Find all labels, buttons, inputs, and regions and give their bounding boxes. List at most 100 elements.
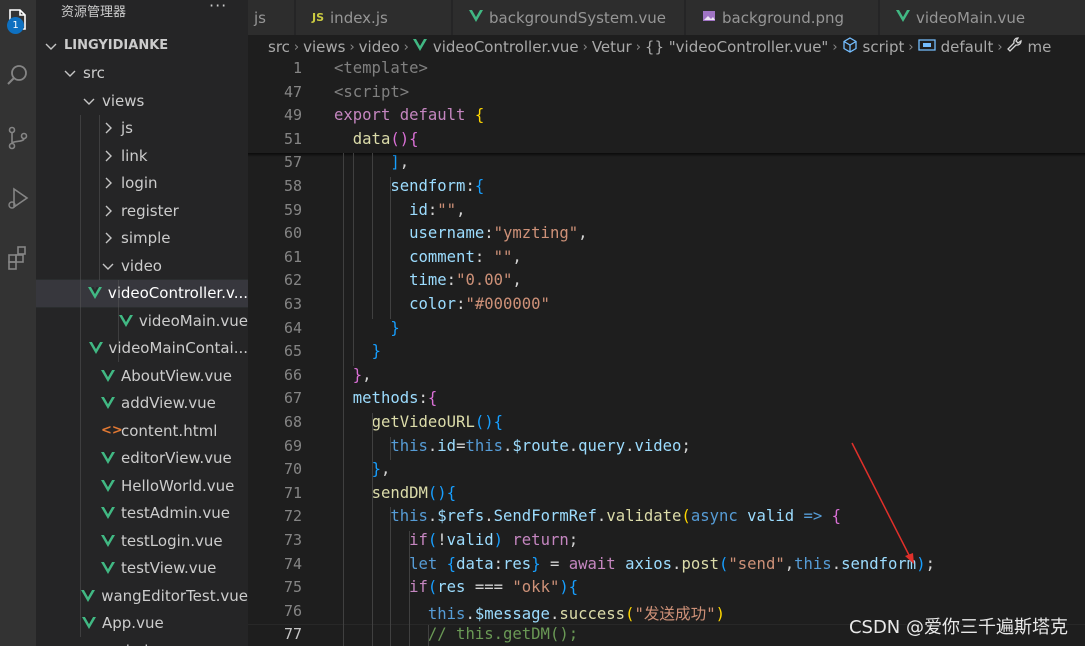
vue-file-icon [87, 286, 102, 300]
tree-item-label: content.html [121, 421, 218, 440]
chevron-right-icon [101, 231, 115, 245]
indent-guide [99, 114, 100, 280]
vue-file-icon [469, 9, 483, 27]
tree-item[interactable]: register [36, 197, 248, 224]
tree-item[interactable]: link [36, 142, 248, 169]
chevron-right-icon [101, 149, 115, 163]
breadcrumb-item[interactable]: {} "videoController.vue" [645, 38, 828, 56]
breadcrumb-item[interactable]: Vetur [592, 38, 632, 56]
extensions-icon[interactable] [0, 238, 36, 278]
indent-guide [118, 279, 119, 362]
image-file-icon [702, 9, 716, 27]
tree-item-label: wangEditorTest.vue [101, 586, 248, 605]
breadcrumb-item[interactable]: src [268, 38, 290, 56]
search-icon[interactable] [0, 55, 36, 95]
breadcrumb-separator-icon: › [908, 39, 914, 55]
vue-file-icon [101, 506, 115, 520]
vue-file-icon [101, 561, 115, 575]
breadcrumb-separator-icon: › [582, 39, 588, 55]
vue-file-icon [118, 314, 133, 328]
tree-item[interactable]: login [36, 170, 248, 197]
breadcrumb: src › views › video › videoController.vue › Vetu… [248, 35, 1085, 59]
indent-guide [80, 114, 81, 637]
tree-item[interactable]: testLogin.vue [36, 527, 248, 554]
editor-tab[interactable]: JS index.js [296, 0, 452, 35]
chevron-down-icon [44, 39, 58, 53]
tree-item[interactable]: videoMainContai... [36, 335, 248, 362]
watermark: CSDN @爱你三千遍斯塔克 [848, 617, 1068, 638]
tab-label: videoMain.vue [916, 8, 1026, 27]
explorer-sidebar: 资源管理器 ··· LINGYIDIANKE src views js link logi… [36, 0, 248, 646]
tree-item[interactable]: App.vue [36, 610, 248, 637]
chevron-down-icon [82, 94, 96, 108]
tree-item-label: testView.vue [121, 559, 217, 577]
tree-item-label: simple [121, 229, 171, 247]
symbol-module-icon [917, 38, 936, 56]
tree-item[interactable]: js [36, 115, 248, 142]
tree-item[interactable]: AboutView.vue [36, 362, 248, 389]
tree-item-label: LINGYIDIANKE [64, 38, 169, 53]
breadcrumb-item[interactable]: me [1028, 38, 1052, 56]
editor-tab[interactable]: js [248, 0, 295, 35]
tree-item-label: videoMainContai... [108, 339, 248, 357]
editor-tab[interactable]: background.png [686, 0, 879, 35]
html-file-icon: <> [101, 423, 123, 438]
tree-item-label: testAdmin.vue [121, 504, 230, 522]
tree-item-label: login [121, 174, 158, 192]
tree-item-label: js [121, 119, 133, 137]
js-file-icon: JS [312, 11, 325, 24]
tree-item[interactable]: videoMain.vue [36, 307, 248, 334]
more-actions-icon[interactable]: ··· [209, 0, 227, 15]
chevron-right-icon [101, 204, 115, 218]
tree-item[interactable]: editorView.vue [36, 445, 248, 472]
tree-item-label: editorView.vue [121, 449, 232, 467]
chevron-right-icon [101, 121, 115, 135]
tree-item[interactable]: src [36, 60, 248, 87]
breadcrumb-item[interactable]: script [863, 38, 905, 56]
breadcrumb-separator-icon: › [293, 39, 300, 55]
wrench-icon [1006, 37, 1023, 57]
breadcrumb-separator-icon: › [403, 39, 409, 55]
source-control-icon[interactable] [0, 118, 36, 158]
breadcrumb-item[interactable]: views [303, 38, 345, 56]
tree-item[interactable]: JSmain.js [36, 637, 248, 646]
tree-item[interactable]: videoController.v... [36, 278, 248, 308]
tree-item[interactable]: wangEditorTest.vue [36, 582, 248, 609]
tree-item[interactable]: <> content.html [36, 417, 248, 444]
tab-label: index.js [330, 8, 388, 27]
notification-badge: 1 [7, 17, 24, 34]
tree-item-label: HelloWorld.vue [121, 476, 235, 495]
chevron-right-icon [101, 176, 115, 190]
breadcrumb-item[interactable]: videoController.vue [433, 38, 579, 56]
tree-item[interactable]: testAdmin.vue [36, 500, 248, 527]
tree-item-label: views [102, 91, 145, 110]
run-debug-icon[interactable] [0, 178, 36, 218]
code-editor[interactable]: 1 <template> 47 <script> 49 export default {5… [248, 59, 1085, 646]
symbol-class-icon [842, 37, 858, 57]
tree-item[interactable]: testView.vue [36, 555, 248, 582]
tree-item[interactable]: addView.vue [36, 390, 248, 417]
tree-item-label: src [83, 64, 105, 82]
chevron-down-icon [63, 66, 77, 80]
vue-file-icon [101, 451, 115, 465]
vue-file-icon [101, 479, 115, 493]
tree-item[interactable]: simple [36, 225, 248, 252]
tree-item[interactable]: views [36, 87, 248, 114]
editor-tab[interactable]: backgroundSystem.vue [453, 0, 685, 35]
annotation-arrow [851, 442, 914, 564]
vue-file-icon [101, 369, 115, 383]
breadcrumb-item[interactable]: video [359, 38, 400, 56]
breadcrumb-item[interactable]: default [941, 38, 994, 56]
tree-item[interactable]: HelloWorld.vue [36, 472, 248, 499]
tree-item[interactable]: LINGYIDIANKE [36, 32, 248, 59]
tab-label: backgroundSystem.vue [489, 8, 667, 27]
vue-file-icon [81, 589, 96, 603]
vue-file-icon [101, 534, 115, 548]
chevron-down-icon [101, 259, 115, 273]
tree-item-label: link [121, 146, 148, 165]
editor-tab[interactable]: videoMain.vue [880, 0, 1085, 35]
tree-item[interactable]: video [36, 252, 248, 279]
tab-label: js [254, 8, 266, 27]
breadcrumb-separator-icon: › [832, 39, 838, 55]
tree-item-label: video [121, 256, 162, 275]
